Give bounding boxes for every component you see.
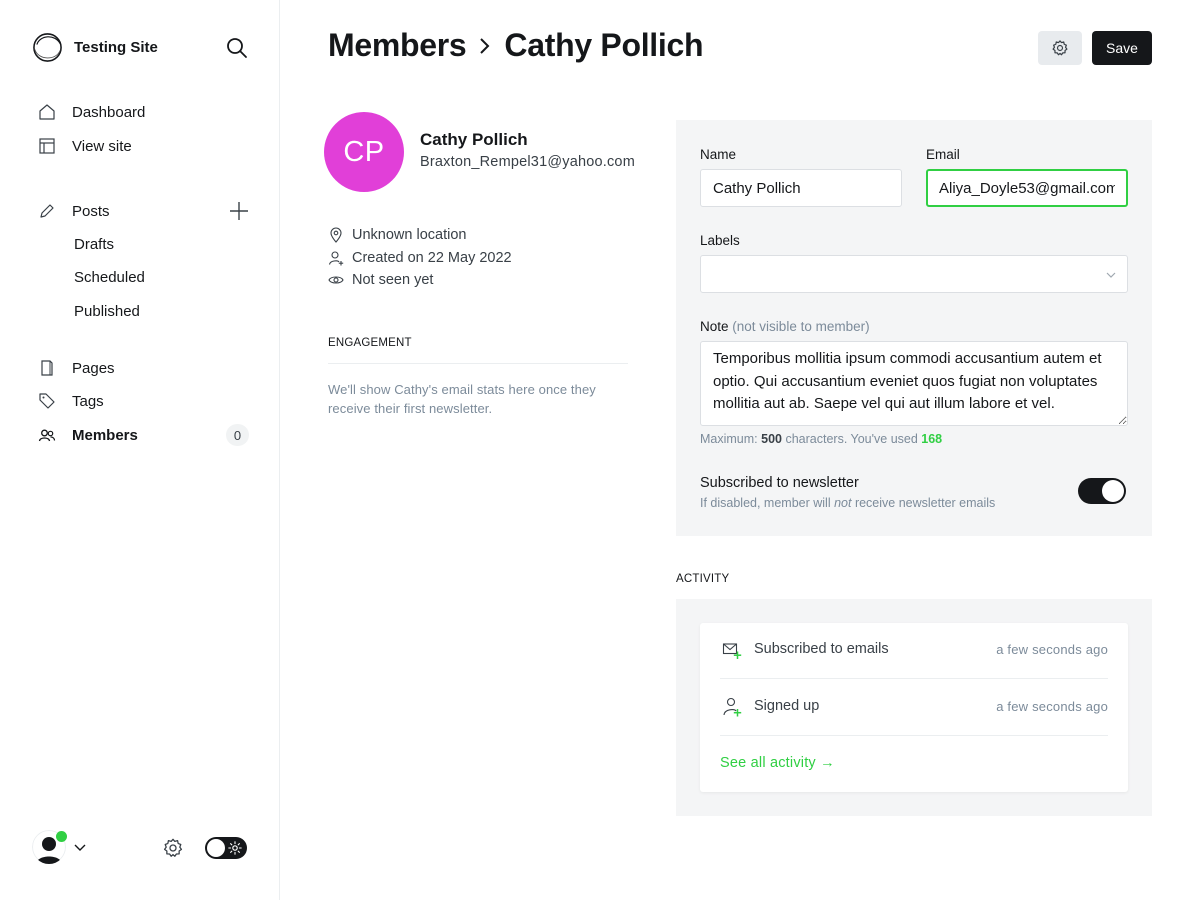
note-label-text: Note — [700, 319, 729, 334]
newsletter-desc-em: not — [834, 496, 852, 510]
activity-item-time: a few seconds ago — [996, 699, 1108, 714]
nav-view-site[interactable]: View site — [38, 135, 132, 157]
layout-icon — [39, 138, 55, 154]
newsletter-toggle[interactable] — [1078, 478, 1126, 504]
member-created-text: Created on 22 May 2022 — [352, 250, 512, 266]
theme-toggle-knob — [207, 839, 225, 857]
engagement-text: We'll show Cathy's email stats here once… — [328, 382, 596, 416]
members-icon — [38, 429, 56, 442]
theme-toggle[interactable] — [205, 837, 247, 859]
home-icon — [39, 104, 55, 120]
site-name: Testing Site — [74, 39, 158, 56]
member-email: Braxton_Rempel31@yahoo.com — [420, 154, 635, 170]
activity-title: ACTIVITY — [676, 573, 730, 585]
engagement-divider — [328, 363, 628, 364]
activity-item: Signed up a few seconds ago — [720, 680, 1108, 736]
member-settings-button[interactable] — [1038, 31, 1082, 65]
newsletter-desc-post: receive newsletter emails — [851, 496, 996, 510]
sidebar: Testing Site Dashboard View site Posts D… — [0, 0, 280, 900]
members-count-badge: 0 — [226, 424, 249, 446]
search-icon[interactable] — [225, 36, 249, 60]
gear-icon — [1052, 40, 1068, 56]
tag-icon — [39, 393, 55, 409]
pencil-icon — [40, 204, 54, 218]
sun-icon — [228, 841, 242, 855]
nav-scheduled[interactable]: Scheduled — [74, 269, 145, 286]
settings-gear-icon[interactable] — [162, 837, 184, 859]
eye-icon — [328, 276, 344, 284]
char-count-used: 168 — [921, 432, 943, 446]
nav-pages[interactable]: Pages — [38, 357, 115, 379]
name-input[interactable] — [700, 169, 902, 207]
site-logo-icon — [33, 33, 62, 62]
activity-item: Subscribed to emails a few seconds ago — [720, 623, 1108, 679]
page-title: Cathy Pollich — [504, 27, 704, 63]
member-avatar: CP — [324, 112, 404, 192]
nav-dashboard-label: Dashboard — [72, 103, 146, 121]
char-count-mid: characters. You've used — [781, 432, 922, 446]
user-plus-icon — [723, 697, 742, 717]
char-count-prefix: Maximum: — [700, 432, 762, 446]
email-label: Email — [926, 147, 960, 162]
email-input[interactable] — [926, 169, 1128, 207]
member-name: Cathy Pollich — [420, 130, 528, 149]
nav-tags[interactable]: Tags — [38, 390, 104, 412]
nav-posts-label: Posts — [72, 202, 110, 220]
note-label-hint: (not visible to member) — [732, 319, 870, 334]
activity-item-label: Signed up — [754, 698, 820, 714]
nav-members[interactable]: Members — [38, 424, 138, 446]
member-location-text: Unknown location — [352, 227, 467, 243]
member-form-panel: Name Email Labels Note (not visible to m… — [676, 120, 1152, 536]
name-label: Name — [700, 147, 737, 162]
chevron-right-icon — [480, 37, 490, 54]
add-post-icon[interactable] — [228, 200, 250, 222]
activity-card: Subscribed to emails a few seconds ago S… — [700, 623, 1128, 792]
nav-view-site-label: View site — [72, 137, 132, 155]
site-brand[interactable]: Testing Site — [32, 32, 158, 63]
nav-posts[interactable]: Posts — [38, 200, 110, 222]
newsletter-toggle-knob — [1102, 480, 1124, 502]
page-icon — [41, 360, 53, 376]
engagement-title: ENGAGEMENT — [328, 337, 412, 349]
activity-item-label: Subscribed to emails — [754, 641, 889, 657]
char-count-max: 500 — [761, 432, 782, 446]
sidebar-footer — [32, 830, 248, 866]
user-add-icon — [328, 251, 344, 266]
note-textarea[interactable]: Temporibus mollitia ipsum commodi accusa… — [700, 341, 1128, 426]
see-all-activity-link[interactable]: See all activity → — [720, 755, 835, 771]
nav-published[interactable]: Published — [74, 303, 140, 320]
save-button[interactable]: Save — [1092, 31, 1152, 65]
labels-label: Labels — [700, 233, 740, 248]
activity-item-time: a few seconds ago — [996, 642, 1108, 657]
member-created: Created on 22 May 2022 — [328, 250, 512, 266]
mail-plus-icon — [722, 643, 742, 659]
breadcrumb: Members Cathy Pollich — [328, 27, 704, 64]
nav-drafts[interactable]: Drafts — [74, 236, 114, 253]
note-label: Note (not visible to member) — [700, 319, 870, 334]
newsletter-description: If disabled, member will not receive new… — [700, 496, 995, 510]
nav-dashboard[interactable]: Dashboard — [38, 101, 145, 123]
note-char-count: Maximum: 500 characters. You've used 168 — [700, 432, 942, 446]
activity-panel: Subscribed to emails a few seconds ago S… — [676, 599, 1152, 816]
newsletter-desc-pre: If disabled, member will — [700, 496, 835, 510]
nav-pages-label: Pages — [72, 359, 115, 377]
member-seen-text: Not seen yet — [352, 272, 434, 288]
location-pin-icon — [330, 227, 342, 243]
labels-select[interactable] — [700, 255, 1128, 293]
member-location: Unknown location — [328, 227, 466, 243]
newsletter-title: Subscribed to newsletter — [700, 475, 859, 491]
chevron-down-icon — [1106, 272, 1116, 278]
online-status-dot — [56, 831, 67, 842]
chevron-down-icon[interactable] — [73, 840, 87, 854]
breadcrumb-members-link[interactable]: Members — [328, 27, 467, 64]
nav-tags-label: Tags — [72, 392, 104, 410]
nav-members-label: Members — [72, 426, 138, 444]
member-seen: Not seen yet — [328, 272, 433, 288]
